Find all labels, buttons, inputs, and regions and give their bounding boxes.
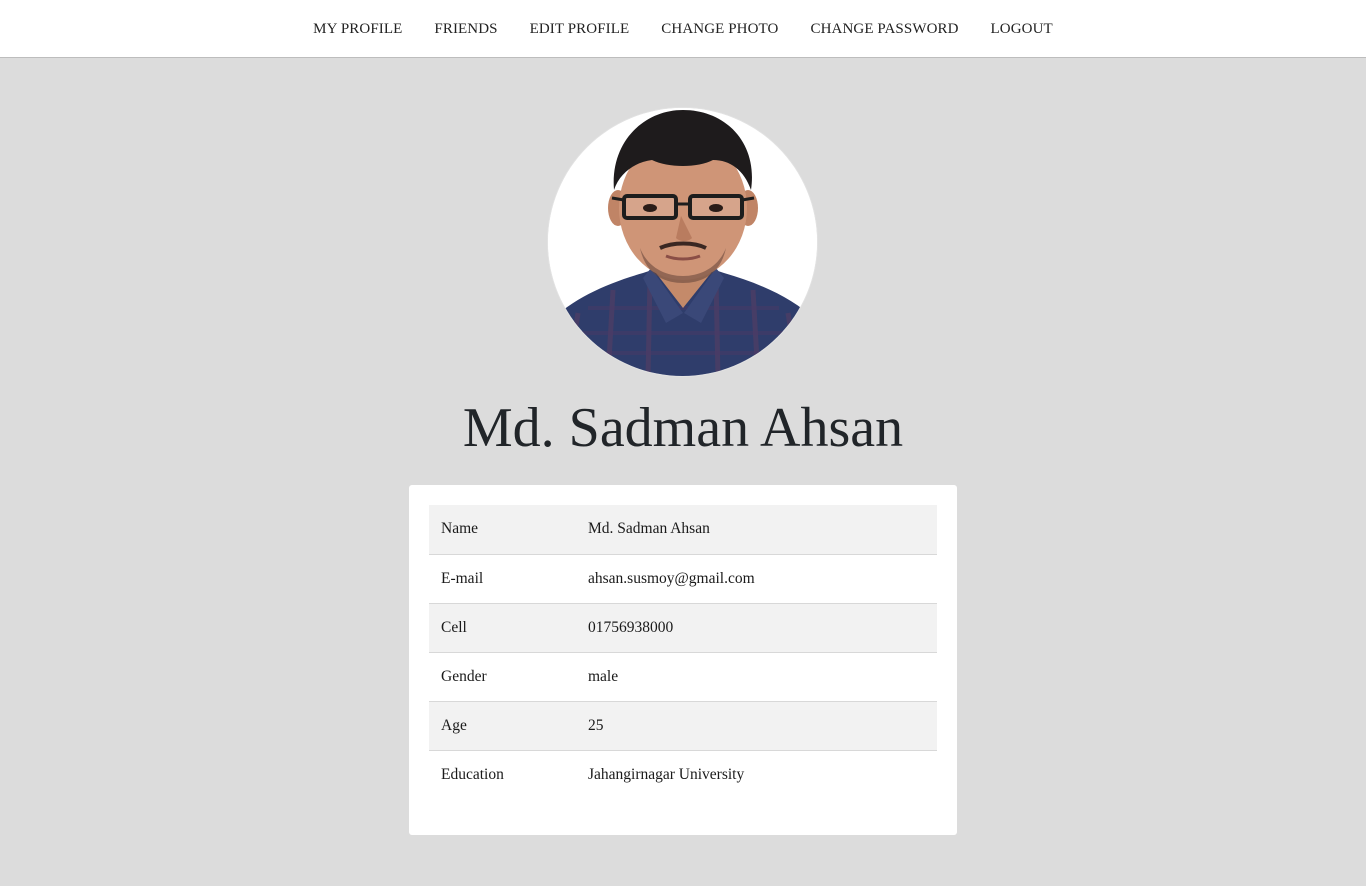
nav-link-change-photo[interactable]: CHANGE PHOTO	[645, 19, 794, 39]
profile-photo	[547, 107, 818, 377]
nav-item-edit-profile: EDIT PROFILE	[514, 19, 646, 39]
detail-row-cell: Cell 01756938000	[429, 602, 937, 652]
detail-value: male	[588, 651, 937, 701]
nav-link-logout[interactable]: LOGOUT	[975, 19, 1069, 39]
detail-label: Cell	[429, 602, 588, 652]
detail-value: Jahangirnagar University	[588, 749, 937, 799]
detail-value: 25	[588, 700, 937, 750]
nav-menu: MY PROFILE FRIENDS EDIT PROFILE CHANGE P…	[0, 0, 1366, 57]
nav-item-my-profile: MY PROFILE	[297, 19, 418, 39]
detail-label: Gender	[429, 651, 588, 701]
profile-details-card: Name Md. Sadman Ahsan E-mail ahsan.susmo…	[409, 485, 957, 835]
detail-label: Education	[429, 749, 588, 799]
nav-link-my-profile[interactable]: MY PROFILE	[297, 19, 418, 39]
profile-details-table: Name Md. Sadman Ahsan E-mail ahsan.susmo…	[429, 505, 937, 799]
detail-row-email: E-mail ahsan.susmoy@gmail.com	[429, 553, 937, 603]
top-navbar: MY PROFILE FRIENDS EDIT PROFILE CHANGE P…	[0, 0, 1366, 58]
profile-photo-icon	[548, 108, 817, 376]
profile-name-heading: Md. Sadman Ahsan	[462, 397, 904, 459]
nav-item-change-password: CHANGE PASSWORD	[794, 19, 974, 39]
detail-label: Name	[441, 520, 479, 538]
detail-value: ahsan.susmoy@gmail.com	[588, 553, 937, 603]
nav-link-change-password[interactable]: CHANGE PASSWORD	[794, 19, 974, 39]
detail-value: 01756938000	[588, 602, 937, 652]
detail-row-age: Age 25	[429, 700, 937, 750]
nav-link-friends[interactable]: FRIENDS	[418, 19, 513, 39]
detail-row-education: Education Jahangirnagar University	[429, 749, 937, 799]
detail-value: Md. Sadman Ahsan	[588, 520, 710, 538]
detail-row-gender: Gender male	[429, 651, 937, 701]
detail-label: Age	[429, 700, 588, 750]
nav-link-edit-profile[interactable]: EDIT PROFILE	[514, 19, 646, 39]
nav-item-friends: FRIENDS	[418, 19, 513, 39]
nav-item-logout: LOGOUT	[975, 19, 1069, 39]
nav-item-change-photo: CHANGE PHOTO	[645, 19, 794, 39]
detail-label: E-mail	[429, 553, 588, 603]
detail-row-name: Name Md. Sadman Ahsan	[429, 505, 937, 554]
